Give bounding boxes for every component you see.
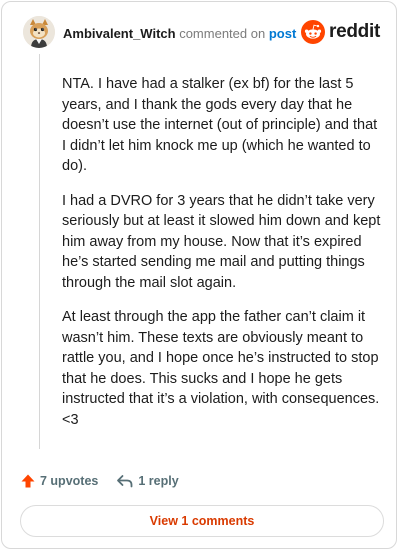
upvote-arrow-icon — [21, 474, 35, 488]
comment-paragraph-3: At least through the app the father can’… — [62, 309, 380, 428]
upvote-button[interactable]: 7 upvotes — [20, 473, 98, 489]
comment-card: Ambivalent_Witch commented on post reddi… — [1, 1, 397, 549]
comment-body: NTA. I have had a stalker (ex bf) for th… — [62, 74, 384, 444]
username-link[interactable]: Ambivalent_Witch — [63, 26, 176, 41]
thread-line — [39, 54, 40, 449]
post-link[interactable]: post — [269, 26, 296, 41]
comment-actions: 7 upvotes 1 reply — [20, 470, 179, 492]
comment-header: Ambivalent_Witch commented on post reddi… — [20, 16, 380, 52]
comment-paragraph-1: NTA. I have had a stalker (ex bf) for th… — [62, 76, 378, 174]
upvote-count: 7 upvotes — [40, 474, 99, 488]
reply-count: 1 reply — [138, 474, 179, 488]
comment-meta: Ambivalent_Witch commented on post — [63, 26, 296, 41]
comment-paragraph-2: I had a DVRO for 3 years that he didn’t … — [62, 192, 381, 291]
avatar[interactable] — [23, 16, 55, 48]
commented-on-text: commented on — [179, 26, 266, 41]
reply-arrow-icon — [117, 475, 133, 488]
reply-button[interactable]: 1 reply — [116, 473, 179, 489]
reddit-logo[interactable]: reddit — [301, 18, 380, 46]
view-comments-button[interactable]: View 1 comments — [20, 505, 384, 537]
reddit-wordmark: reddit — [329, 21, 380, 42]
reddit-snoo-icon — [301, 20, 326, 44]
avatar-image — [23, 16, 55, 48]
